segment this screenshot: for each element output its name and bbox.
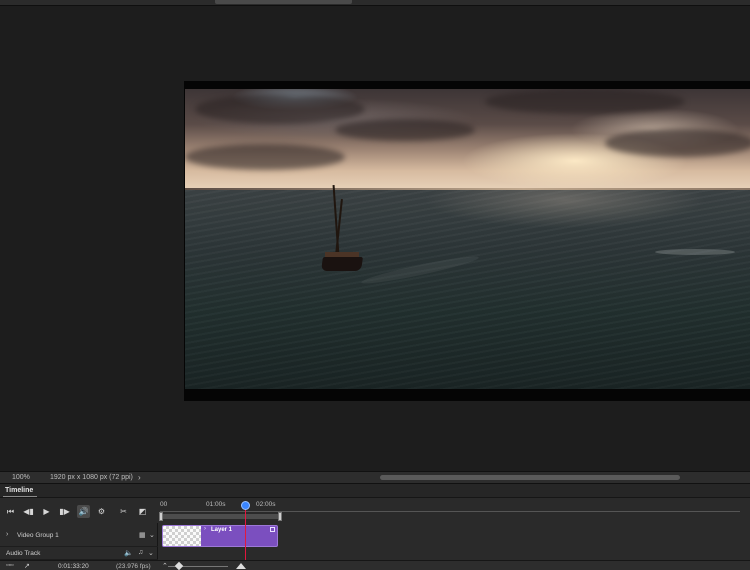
gear-icon[interactable]: ⚙ <box>95 505 108 518</box>
music-note-icon[interactable]: ♫ <box>138 549 143 556</box>
ruler-mark: 02:00s <box>256 501 276 508</box>
wave-foam <box>655 249 735 255</box>
speaker-icon[interactable]: 🔈 <box>124 549 133 557</box>
zoom-level[interactable]: 100% <box>12 474 30 481</box>
audio-track-label: Audio Track <box>6 550 41 557</box>
cloud <box>195 94 365 124</box>
playback-controls: ⏮ ◀▮ ▶ ▮▶ 🔊 ⚙ ✂ ◩ <box>0 499 158 522</box>
playhead-handle[interactable] <box>241 501 250 510</box>
audio-icon[interactable]: 🔊 <box>77 505 90 518</box>
track-row-audio[interactable]: Audio Track 🔈 ♫ ⌄ <box>0 548 158 560</box>
ruler-baseline <box>160 511 740 512</box>
video-group-label: Video Group 1 <box>17 532 59 539</box>
timeline-panel: Timeline ⏮ ◀▮ ▶ ▮▶ 🔊 ⚙ ✂ ◩ 00 01:00s 02:… <box>0 483 750 570</box>
cloud <box>185 144 345 170</box>
frame-rate: (23.976 fps) <box>116 563 151 570</box>
first-frame-icon[interactable]: ⏮ <box>4 505 17 518</box>
boat-hull <box>321 257 363 271</box>
timeline-header: Timeline <box>0 484 750 498</box>
zoom-in-icon[interactable] <box>236 563 246 569</box>
timeline-footer: ▫▫▫ ↗ 0:01:33:20 (23.976 fps) ⌃ <box>0 560 750 570</box>
canvas-area[interactable] <box>0 5 750 471</box>
render-video-icon[interactable]: ↗ <box>24 562 30 570</box>
clip-options-icon[interactable] <box>270 527 275 532</box>
chevron-down-icon[interactable]: ⌄ <box>149 531 155 539</box>
play-icon[interactable]: ▶ <box>40 505 53 518</box>
track-row-video-group[interactable]: › Video Group 1 ▦ ⌄ <box>0 523 158 547</box>
ruler-mark: 00 <box>160 501 168 508</box>
document-canvas[interactable] <box>184 81 750 401</box>
cloud <box>605 129 750 157</box>
zoom-out-icon[interactable]: ⌃ <box>162 562 168 570</box>
tab-underline <box>3 496 37 497</box>
transition-icon[interactable]: ◩ <box>136 505 149 518</box>
chevron-right-icon[interactable]: › <box>6 531 8 538</box>
video-frame-image <box>185 89 750 389</box>
chevron-right-icon[interactable]: › <box>204 526 206 532</box>
work-area-end-handle[interactable] <box>278 512 282 521</box>
timeline-zoom-handle[interactable] <box>174 561 184 570</box>
work-area-start-handle[interactable] <box>159 512 163 521</box>
sea <box>185 190 750 389</box>
next-frame-icon[interactable]: ▮▶ <box>58 505 71 518</box>
chevron-right-icon[interactable]: › <box>138 473 141 482</box>
current-time: 0:01:33:20 <box>58 563 89 570</box>
cloud <box>335 119 475 141</box>
scissors-icon[interactable]: ✂ <box>117 505 130 518</box>
chevron-down-icon[interactable]: ⌄ <box>148 549 154 557</box>
ruler-mark: 01:00s <box>206 501 226 508</box>
cloud <box>485 89 685 114</box>
work-area-bar[interactable] <box>160 514 280 519</box>
document-tab[interactable] <box>215 0 352 4</box>
previous-frame-icon[interactable]: ◀▮ <box>22 505 35 518</box>
film-icon[interactable]: ▦ <box>139 531 146 539</box>
clip-thumbnail <box>163 526 201 546</box>
clip-name: Layer 1 <box>211 527 233 533</box>
video-clip[interactable]: › Layer 1 <box>162 525 278 547</box>
status-bar: 100% 1920 px x 1080 px (72 ppi) › <box>0 471 750 483</box>
document-info: 1920 px x 1080 px (72 ppi) <box>50 474 133 481</box>
horizontal-scrollbar[interactable] <box>380 475 680 480</box>
tab-timeline[interactable]: Timeline <box>5 487 33 494</box>
convert-frames-icon[interactable]: ▫▫▫ <box>6 562 13 569</box>
